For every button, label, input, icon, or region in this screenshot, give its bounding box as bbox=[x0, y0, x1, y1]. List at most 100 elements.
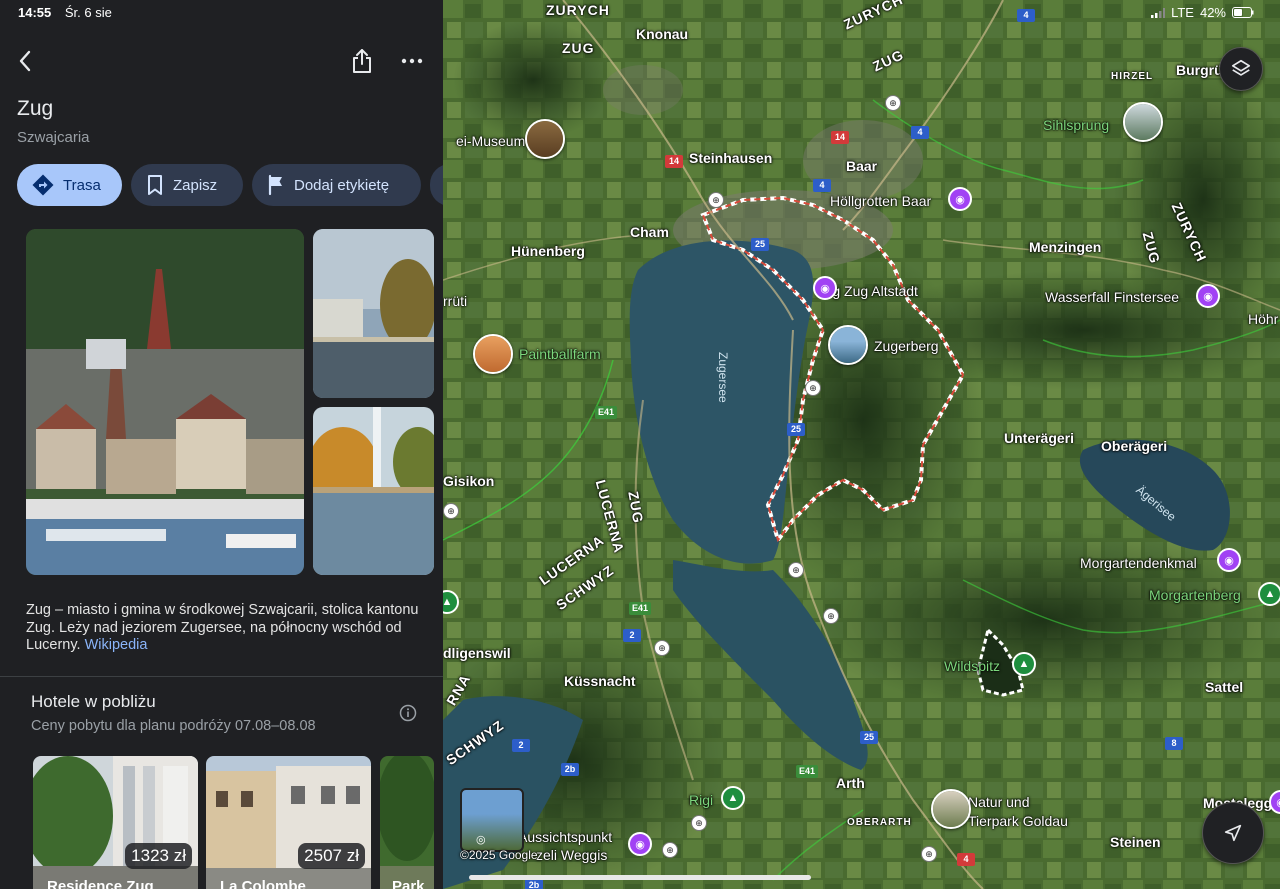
road-shield: 2b bbox=[561, 763, 579, 776]
road-shield: 14 bbox=[831, 131, 849, 144]
place-panel: Zug Szwajcaria Trasa Zapisz Dodaj etykie… bbox=[0, 0, 443, 889]
map-label-oberarth: OBERARTH bbox=[847, 817, 912, 828]
map-label-wildspitz: Wildspitz bbox=[944, 658, 1001, 674]
attraction-pin-icon[interactable]: ◉ bbox=[1217, 548, 1241, 572]
home-indicator[interactable] bbox=[469, 875, 811, 880]
place-subtitle: Szwajcaria bbox=[17, 129, 90, 146]
map-label-adligenswil: dligenswil bbox=[443, 645, 511, 661]
map-label-rigi: Rigi bbox=[689, 792, 714, 808]
main-photo[interactable] bbox=[26, 229, 304, 575]
map-label-knonau: Knonau bbox=[636, 26, 689, 42]
rail-station-icon[interactable]: ⊕ bbox=[823, 608, 839, 624]
back-button[interactable] bbox=[10, 46, 40, 76]
map-view[interactable]: ZURYCH Knonau ZURYCH ZUG ZUG HIRZEL Burg… bbox=[443, 0, 1280, 889]
network-type: LTE bbox=[1171, 5, 1194, 20]
map-label-tierpark: Tierpark Goldau bbox=[968, 813, 1068, 829]
rail-station-icon[interactable]: ⊕ bbox=[805, 380, 821, 396]
road-shield: 4 bbox=[911, 126, 929, 139]
lakefront-photo-image bbox=[313, 229, 434, 398]
battery-icon bbox=[1232, 7, 1254, 18]
map-label-hoehr: Höhr bbox=[1248, 311, 1279, 327]
map-label-steinen: Steinen bbox=[1110, 834, 1161, 850]
gallery-photo-lakefront[interactable] bbox=[313, 229, 434, 398]
attraction-pin-icon[interactable]: ◉ bbox=[1196, 284, 1220, 308]
map-label-unteraegeri: Unterägeri bbox=[1004, 430, 1075, 446]
rail-station-icon[interactable]: ⊕ bbox=[691, 815, 707, 831]
more-actions-chip[interactable] bbox=[430, 164, 443, 206]
rail-station-icon[interactable]: ⊕ bbox=[788, 562, 804, 578]
rail-station-icon[interactable]: ⊕ bbox=[921, 846, 937, 862]
my-location-button[interactable] bbox=[1202, 802, 1264, 864]
map-label-natur: Natur und bbox=[968, 794, 1030, 810]
section-divider bbox=[0, 676, 443, 677]
map-label-huenenberg: Hünenberg bbox=[511, 243, 585, 259]
mountain-pin-icon[interactable]: ▲ bbox=[721, 786, 745, 810]
map-label-zurych: ZURYCH bbox=[546, 2, 610, 18]
road-shield: 25 bbox=[787, 423, 805, 436]
save-button[interactable]: Zapisz bbox=[131, 164, 243, 206]
bookmark-icon bbox=[148, 175, 162, 195]
directions-icon bbox=[32, 174, 54, 196]
share-icon bbox=[353, 49, 371, 73]
map-label-paintballfarm: Paintballfarm bbox=[519, 346, 601, 362]
info-button[interactable] bbox=[397, 702, 419, 724]
map-label-menzingen: Menzingen bbox=[1029, 239, 1102, 255]
place-description: Zug – miasto i gmina w środkowej Szwajca… bbox=[26, 602, 426, 655]
mountain-pin-icon[interactable]: ▲ bbox=[1258, 582, 1280, 606]
road-shield: 25 bbox=[751, 238, 769, 251]
hotel-card[interactable]: 1323 zł Residence Zug bbox=[33, 756, 198, 889]
map-label-sihlsprung: Sihlsprung bbox=[1043, 117, 1110, 133]
map-label-rruti: rrüti bbox=[443, 293, 468, 309]
directions-label: Trasa bbox=[63, 176, 101, 194]
map-label-weggis: zeli Weggis bbox=[536, 847, 608, 863]
place-title: Zug bbox=[17, 97, 54, 120]
rail-station-icon[interactable]: ⊕ bbox=[662, 842, 678, 858]
more-horizontal-icon bbox=[401, 58, 423, 64]
place-photo-pin[interactable] bbox=[473, 334, 513, 374]
street-view-thumbnail[interactable]: ◎ bbox=[460, 788, 524, 852]
road-shield: 4 bbox=[813, 179, 831, 192]
road-shield: 4 bbox=[957, 853, 975, 866]
mountain-pin-icon[interactable]: ▲ bbox=[1012, 652, 1036, 676]
rail-station-icon[interactable]: ⊕ bbox=[443, 503, 459, 519]
gallery-photo-fountain[interactable] bbox=[313, 407, 434, 575]
attraction-pin-icon[interactable]: ◉ bbox=[813, 276, 837, 300]
rail-station-icon[interactable]: ⊕ bbox=[654, 640, 670, 656]
rail-station-icon[interactable]: ⊕ bbox=[708, 192, 724, 208]
map-label-sattel: Sattel bbox=[1205, 679, 1244, 695]
map-label-morgartenberg: Morgartenberg bbox=[1149, 587, 1241, 603]
road-shield: 14 bbox=[665, 155, 683, 168]
hotel-card[interactable]: Park bbox=[380, 756, 434, 889]
road-shield: 8 bbox=[1165, 737, 1183, 750]
hotel-price: 1323 zł bbox=[125, 843, 192, 869]
place-photo-pin[interactable] bbox=[931, 789, 971, 829]
attraction-pin-icon[interactable]: ◉ bbox=[948, 187, 972, 211]
hotel-name: Residence Zug bbox=[47, 878, 154, 889]
map-label-gisikon: Gisikon bbox=[443, 473, 495, 489]
hotels-section-title: Hotele w pobliżu bbox=[31, 692, 156, 711]
add-label-button[interactable]: Dodaj etykietę bbox=[252, 164, 421, 206]
status-time: 14:55 bbox=[18, 5, 52, 20]
map-label-wasserfall: Wasserfall Finstersee bbox=[1045, 289, 1180, 305]
map-copyright: ©2025 Google bbox=[460, 848, 538, 862]
place-photo-pin[interactable] bbox=[828, 325, 868, 365]
map-label-zug-tl: ZUG bbox=[562, 40, 595, 56]
place-photo-pin[interactable] bbox=[525, 119, 565, 159]
map-label-oberaegeri: Oberägeri bbox=[1101, 438, 1168, 454]
map-label-arth: Arth bbox=[836, 775, 865, 791]
road-shield: E41 bbox=[629, 602, 652, 615]
status-bar-right: LTE 42% bbox=[1151, 5, 1254, 20]
share-button[interactable] bbox=[347, 46, 377, 76]
attraction-pin-icon[interactable]: ◉ bbox=[628, 832, 652, 856]
more-options-button[interactable] bbox=[397, 46, 427, 76]
rail-station-icon[interactable]: ⊕ bbox=[885, 95, 901, 111]
chevron-left-icon bbox=[19, 50, 31, 72]
hotel-card[interactable]: 2507 zł La Colombe bbox=[206, 756, 371, 889]
wikipedia-link[interactable]: Wikipedia bbox=[85, 637, 148, 653]
layers-button[interactable] bbox=[1219, 47, 1263, 91]
street-view-icon: ◎ bbox=[476, 834, 486, 846]
map-label-zugersee: Zugersee bbox=[716, 352, 730, 403]
directions-button[interactable]: Trasa bbox=[17, 164, 122, 206]
hotels-section-subtitle: Ceny pobytu dla planu podróży 07.08–08.0… bbox=[31, 718, 316, 734]
place-photo-pin[interactable] bbox=[1123, 102, 1163, 142]
